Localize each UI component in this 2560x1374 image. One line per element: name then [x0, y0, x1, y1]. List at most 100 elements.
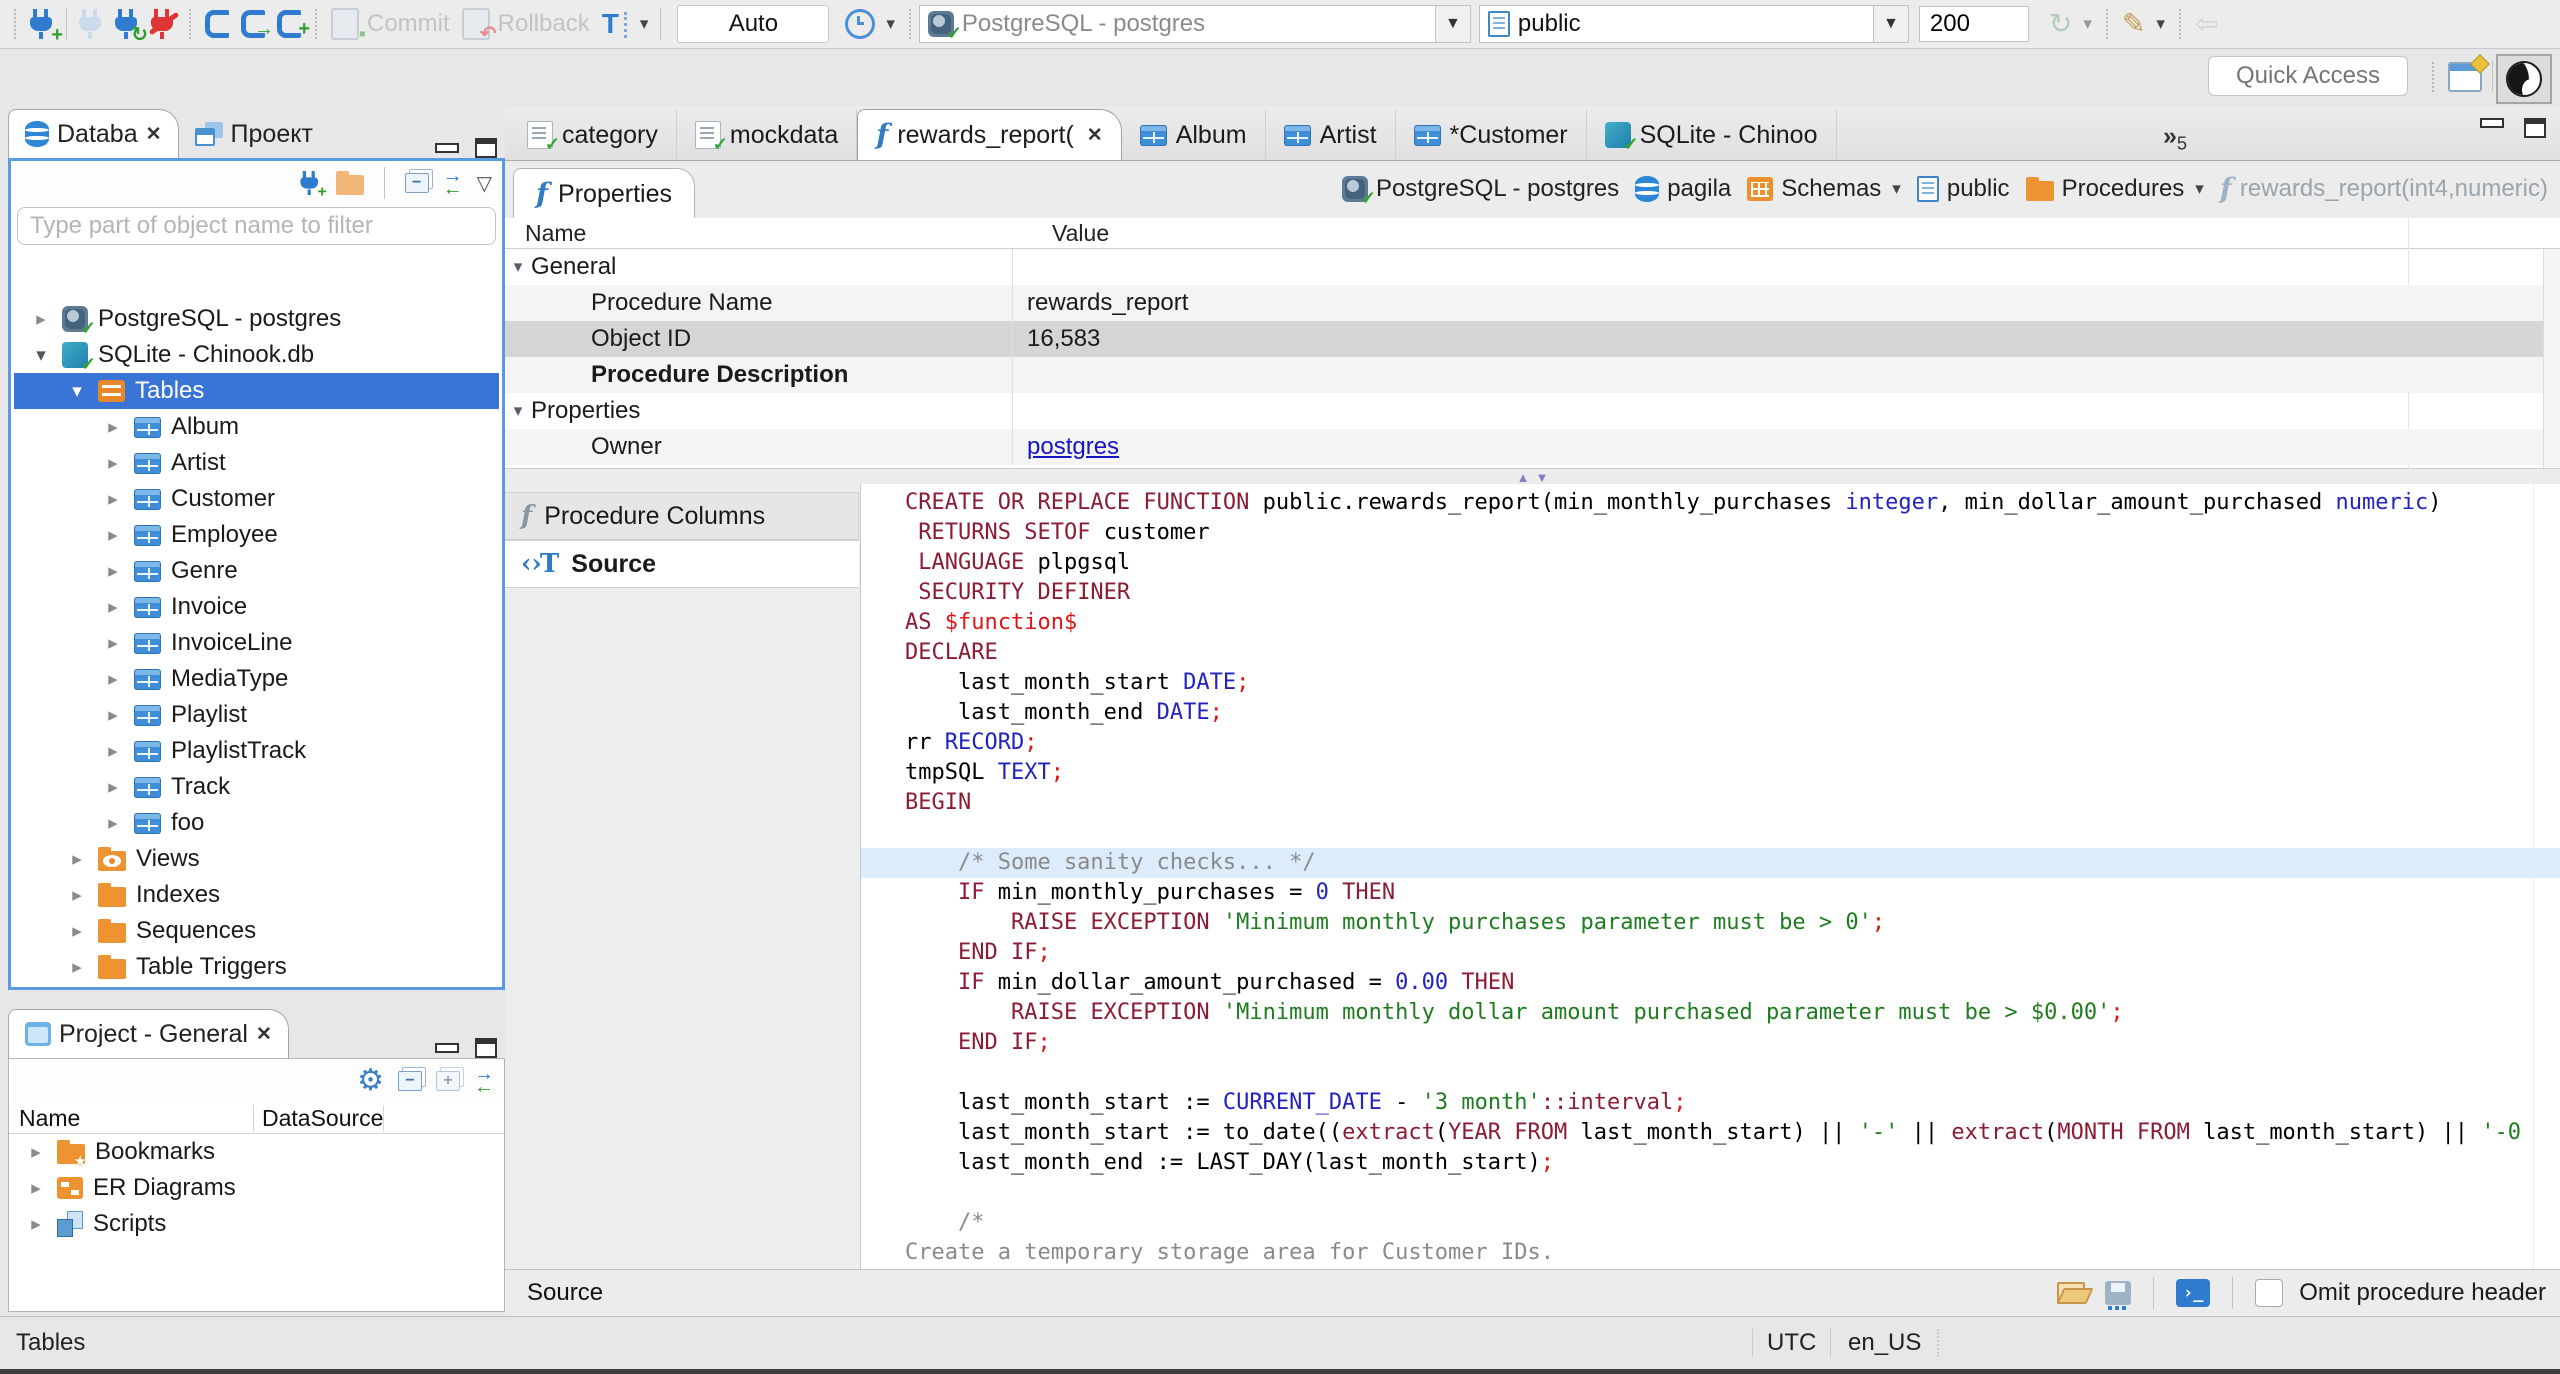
- expander-icon[interactable]: ▸: [66, 848, 88, 871]
- property-row-owner[interactable]: Owner postgres: [505, 429, 2560, 465]
- transaction-log-button[interactable]: T ▾: [596, 8, 655, 40]
- tree-item-customer[interactable]: ▸ Customer: [14, 481, 499, 517]
- expander-icon[interactable]: ▸: [25, 1213, 47, 1236]
- new-connection-button[interactable]: +: [24, 9, 63, 45]
- breadcrumb-item-rewards-report-int4-numeric[interactable]: f rewards_report(int4,numeric): [2216, 175, 2552, 203]
- chevron-down-icon[interactable]: ▾: [1892, 179, 1901, 199]
- pane-splitter[interactable]: ▲ ▼: [505, 468, 2560, 485]
- tree-item-sqlite-chinook-db[interactable]: ▾ ✓ SQLite - Chinook.db: [14, 337, 499, 374]
- property-row-properties[interactable]: ▾ Properties: [505, 393, 2560, 429]
- link-with-editor-icon[interactable]: → ←: [474, 1064, 494, 1097]
- maximize-icon[interactable]: [475, 1038, 497, 1058]
- column-header-datasource[interactable]: DataSource: [254, 1104, 384, 1132]
- dbeaver-perspective-button[interactable]: [2496, 54, 2552, 104]
- collapse-all-icon[interactable]: −: [404, 173, 429, 193]
- tree-item-track[interactable]: ▸ Track: [14, 769, 499, 805]
- close-icon[interactable]: ✕: [256, 1023, 272, 1046]
- load-from-file-icon[interactable]: [2057, 1281, 2089, 1305]
- schema-selector-dropdown[interactable]: ▼: [1872, 6, 1908, 42]
- breadcrumb-item-pagila[interactable]: pagila: [1631, 175, 1735, 203]
- expander-icon[interactable]: ▸: [102, 776, 124, 799]
- editor-tab-rewards-report[interactable]: f rewards_report(✕: [857, 109, 1122, 160]
- schema-selector[interactable]: public ▼: [1478, 5, 1909, 43]
- tree-item-invoice[interactable]: ▸ Invoice: [14, 589, 499, 625]
- breadcrumb-item-schemas[interactable]: Schemas ▾: [1743, 175, 1905, 203]
- expander-icon[interactable]: ▸: [66, 884, 88, 907]
- maximize-icon[interactable]: [2524, 118, 2546, 138]
- tree-item-playlist[interactable]: ▸ Playlist: [14, 697, 499, 733]
- close-icon[interactable]: ✕: [1087, 124, 1103, 147]
- back-button[interactable]: ⇦: [2189, 10, 2224, 38]
- property-row-procedure-description[interactable]: Procedure Description: [505, 357, 2560, 393]
- expander-icon[interactable]: ▸: [30, 308, 52, 331]
- subtab-procedure-columns[interactable]: f Procedure Columns: [505, 492, 859, 540]
- expander-icon[interactable]: ▸: [66, 920, 88, 943]
- editor-tab-mockdata[interactable]: ✓ mockdata: [677, 110, 858, 160]
- property-row-procedure-name[interactable]: Procedure Name rewards_report: [505, 285, 2560, 321]
- expander-icon[interactable]: ▸: [102, 596, 124, 619]
- persist-console-icon[interactable]: ›_: [2176, 1279, 2211, 1307]
- maximize-icon[interactable]: [475, 138, 497, 158]
- tree-item-foo[interactable]: ▸ foo: [14, 805, 499, 841]
- tab-project-general[interactable]: Project - General ✕: [8, 1009, 289, 1058]
- save-to-file-icon[interactable]: [2105, 1281, 2132, 1310]
- collapse-all-icon[interactable]: −: [398, 1071, 422, 1091]
- quick-access-input[interactable]: [2208, 56, 2408, 96]
- source-code-editor[interactable]: CREATE OR REPLACE FUNCTION public.reward…: [860, 484, 2560, 1270]
- vertical-scrollbar[interactable]: [2543, 249, 2560, 468]
- expander-icon[interactable]: ▸: [102, 416, 124, 439]
- perspective-icon[interactable]: [2448, 62, 2482, 92]
- expander-icon[interactable]: ▾: [505, 257, 531, 277]
- tab-overflow-button[interactable]: »5: [2153, 122, 2197, 154]
- tab-projects[interactable]: Проект: [179, 110, 329, 158]
- breadcrumb-item-public[interactable]: public: [1913, 175, 2014, 203]
- tab-properties[interactable]: f Properties: [513, 168, 695, 219]
- editor-tab-sqlite-chinoo[interactable]: ✓ SQLite - Chinoo: [1587, 110, 1837, 160]
- editor-tab-customer[interactable]: *Customer: [1396, 110, 1587, 160]
- close-icon[interactable]: ✕: [146, 123, 162, 146]
- expander-icon[interactable]: ▸: [102, 668, 124, 691]
- tree-item-employee[interactable]: ▸ Employee: [14, 517, 499, 553]
- property-row-object-id[interactable]: Object ID 16,583: [505, 321, 2560, 357]
- expander-icon[interactable]: ▸: [102, 560, 124, 583]
- property-row-general[interactable]: ▾ General: [505, 249, 2560, 285]
- commit-mode-button[interactable]: Auto: [677, 5, 830, 43]
- generate-mock-data-button[interactable]: ✎ ▾: [2116, 10, 2171, 38]
- splitter-down-icon[interactable]: ▼: [1536, 470, 1549, 485]
- expander-icon[interactable]: ▾: [505, 401, 531, 421]
- new-folder-icon[interactable]: [335, 171, 364, 195]
- refresh-button[interactable]: ↻ ▾: [2043, 10, 2098, 38]
- tree-item-album[interactable]: ▸ Album: [14, 409, 499, 445]
- column-header-name[interactable]: Name: [525, 220, 586, 247]
- connection-selector[interactable]: ✓ PostgreSQL - postgres ▼: [918, 5, 1471, 43]
- reconnect-button[interactable]: ↻: [109, 9, 148, 45]
- tab-database-navigator[interactable]: Databa ✕: [8, 109, 179, 158]
- tree-item-table-triggers[interactable]: ▸ Table Triggers: [14, 949, 499, 984]
- expander-icon[interactable]: ▸: [102, 740, 124, 763]
- open-sql-script-button[interactable]: →: [235, 10, 274, 39]
- tree-item-postgresql-postgres[interactable]: ▸ ✓ PostgreSQL - postgres: [14, 301, 499, 338]
- expander-icon[interactable]: ▾: [66, 380, 88, 403]
- commit-button[interactable]: ▪ Commit: [325, 8, 456, 44]
- project-item-scripts[interactable]: ▸ Scripts: [9, 1206, 504, 1242]
- transaction-history-button[interactable]: ▾: [839, 9, 901, 39]
- status-timezone[interactable]: UTC: [1752, 1329, 1832, 1357]
- rollback-button[interactable]: ↶ Rollback: [456, 8, 596, 44]
- tree-item-sequences[interactable]: ▸ Sequences: [14, 913, 499, 949]
- tree-item-invoiceline[interactable]: ▸ InvoiceLine: [14, 625, 499, 661]
- fetch-size-input[interactable]: [1918, 6, 2029, 42]
- omit-procedure-header-checkbox[interactable]: [2255, 1279, 2284, 1307]
- breadcrumb-item-procedures[interactable]: Procedures ▾: [2022, 175, 2208, 203]
- editor-tab-artist[interactable]: Artist: [1266, 110, 1396, 160]
- expander-icon[interactable]: ▸: [102, 488, 124, 511]
- new-connection-icon[interactable]: +: [300, 171, 326, 200]
- breadcrumb-item-postgresql-postgres[interactable]: ✓ PostgreSQL - postgres: [1338, 175, 1623, 208]
- subtab-source[interactable]: ‹›T Source: [505, 540, 859, 588]
- link-with-editor-icon[interactable]: → ←: [443, 166, 463, 199]
- tree-item-genre[interactable]: ▸ Genre: [14, 553, 499, 589]
- splitter-up-icon[interactable]: ▲: [1517, 470, 1530, 485]
- expander-icon[interactable]: ▸: [102, 524, 124, 547]
- minimize-icon[interactable]: [435, 143, 459, 153]
- tree-item-views[interactable]: ▸ Views: [14, 841, 499, 877]
- expander-icon[interactable]: ▾: [30, 344, 52, 367]
